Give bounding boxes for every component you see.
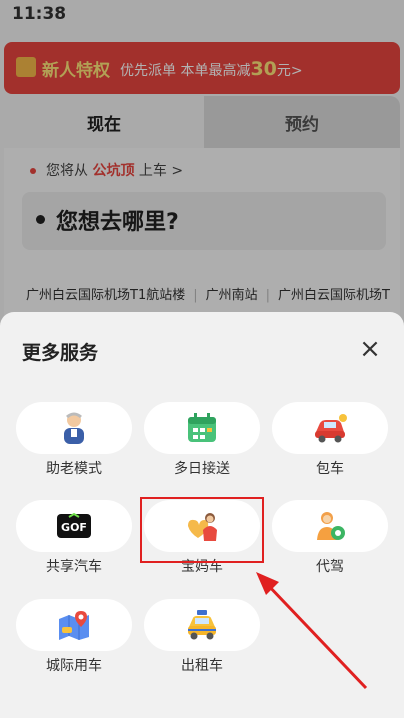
service-multi-day[interactable]: 多日接送 — [144, 402, 260, 482]
red-car-icon — [315, 414, 347, 443]
service-charter[interactable]: 包车 — [272, 402, 388, 482]
map-pin-icon — [59, 611, 89, 640]
service-label: 助老模式 — [46, 461, 102, 477]
service-label: 出租车 — [181, 658, 223, 674]
close-icon[interactable]: × — [358, 336, 382, 362]
gofun-logo-icon: GOF — [57, 512, 91, 538]
taxi-icon — [188, 610, 216, 640]
service-label: 包车 — [316, 461, 344, 477]
chauffeur-icon — [317, 512, 345, 540]
elderly-person-icon — [64, 412, 84, 444]
service-label: 代驾 — [316, 559, 344, 575]
svg-text:GOF: GOF — [61, 521, 87, 534]
service-intercity[interactable]: 城际用车 — [16, 599, 132, 679]
service-car-sharing[interactable]: GOF 共享汽车 — [16, 500, 132, 580]
service-label: 多日接送 — [174, 461, 230, 477]
sheet-title: 更多服务 — [22, 342, 99, 364]
calendar-icon — [188, 413, 216, 442]
service-label: 城际用车 — [46, 658, 102, 674]
highlight-box — [140, 497, 264, 563]
service-elderly-mode[interactable]: 助老模式 — [16, 402, 132, 482]
service-label: 共享汽车 — [46, 559, 102, 575]
service-taxi[interactable]: 出租车 — [144, 599, 260, 679]
service-designated-driver[interactable]: 代驾 — [272, 500, 388, 580]
